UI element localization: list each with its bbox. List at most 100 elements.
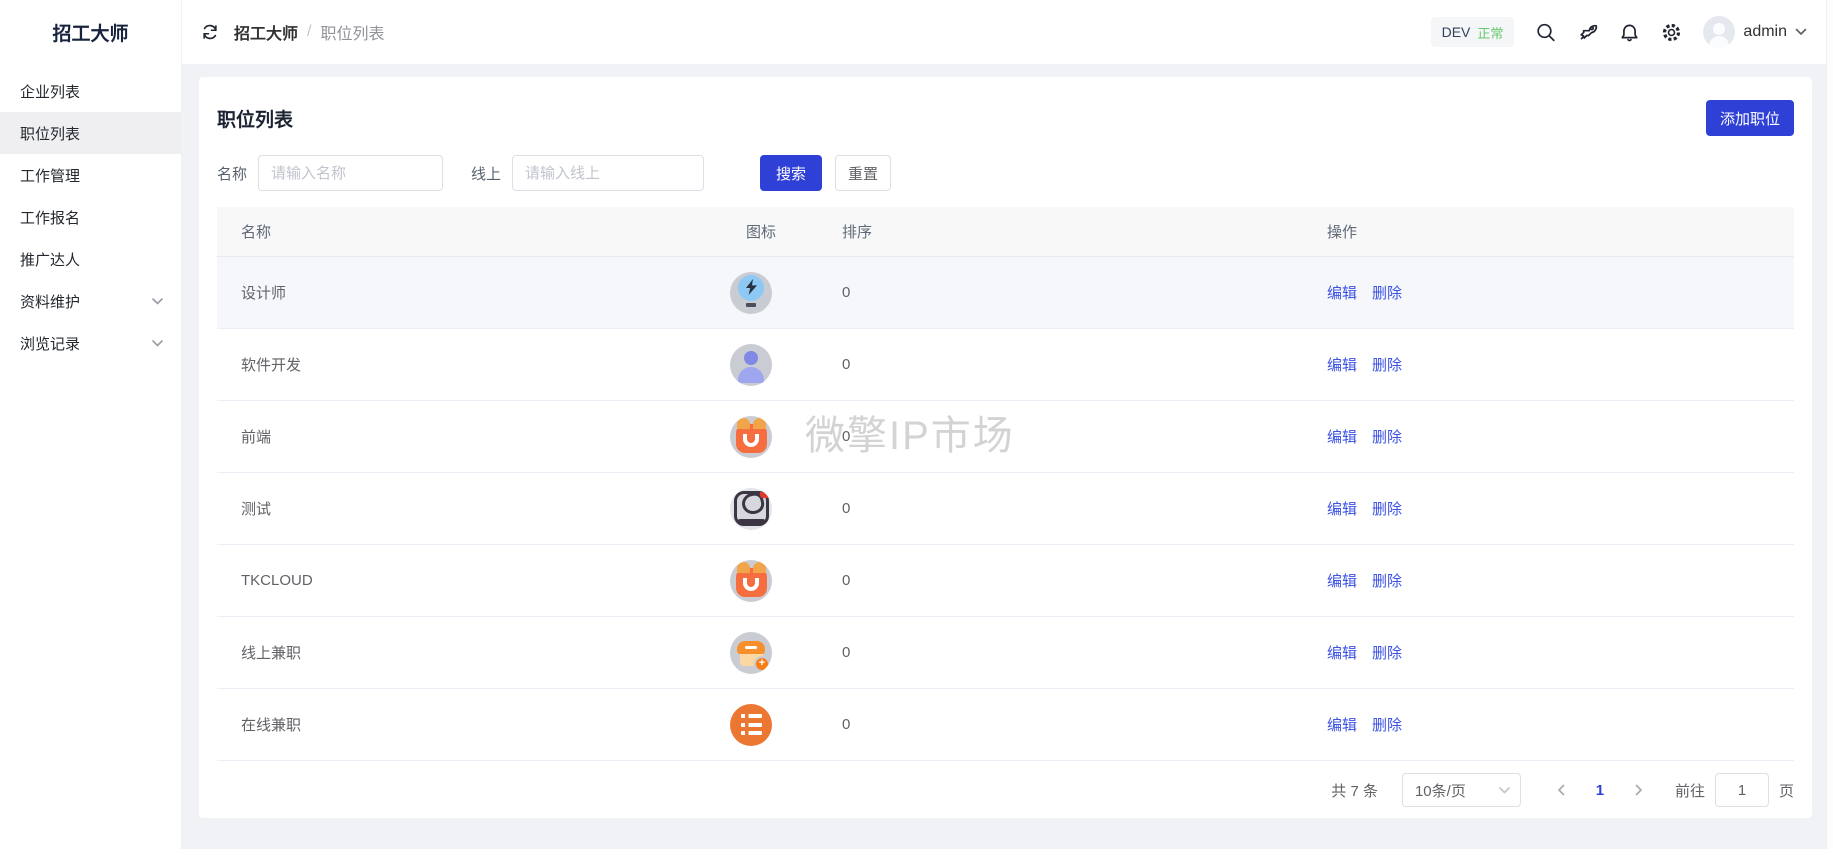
delete-link[interactable]: 删除 bbox=[1372, 354, 1402, 375]
chevron-down-icon bbox=[1499, 787, 1510, 794]
row-name: 设计师 bbox=[217, 282, 722, 303]
table-row: 在线兼职0编辑删除 bbox=[217, 689, 1794, 761]
sidebar-item-company-list[interactable]: 企业列表 bbox=[0, 70, 181, 112]
env-label: DEV bbox=[1442, 24, 1471, 40]
page-size-select[interactable]: 10条/页 bbox=[1402, 773, 1521, 807]
bell-icon[interactable] bbox=[1619, 22, 1640, 43]
sidebar-item-position-list[interactable]: 职位列表 bbox=[0, 112, 181, 154]
sidebar: 招工大师 企业列表职位列表工作管理工作报名推广达人资料维护浏览记录 bbox=[0, 0, 182, 849]
edit-link[interactable]: 编辑 bbox=[1327, 714, 1357, 735]
env-status-badge[interactable]: DEV 正常 bbox=[1431, 17, 1515, 47]
table-row: 设计师 0编辑删除 bbox=[217, 257, 1794, 329]
row-sort: 0 bbox=[837, 356, 1327, 373]
goto-label: 前往 bbox=[1675, 780, 1705, 801]
prev-page-button[interactable] bbox=[1549, 775, 1573, 805]
sidebar-item-label: 工作管理 bbox=[20, 165, 80, 186]
sidebar-nav: 企业列表职位列表工作管理工作报名推广达人资料维护浏览记录 bbox=[0, 64, 181, 364]
next-page-button[interactable] bbox=[1627, 775, 1651, 805]
rocket-icon[interactable] bbox=[1577, 22, 1598, 43]
goto-page-input[interactable] bbox=[1715, 773, 1769, 807]
chevron-down-icon bbox=[152, 298, 163, 305]
edit-link[interactable]: 编辑 bbox=[1327, 642, 1357, 663]
user-menu[interactable]: admin bbox=[1703, 16, 1807, 48]
delete-link[interactable]: 删除 bbox=[1372, 642, 1402, 663]
column-header-actions: 操作 bbox=[1327, 221, 1794, 242]
delete-link[interactable]: 删除 bbox=[1372, 426, 1402, 447]
topbar: 招工大师 / 职位列表 DEV 正常 bbox=[182, 0, 1833, 64]
table-body: 设计师0编辑删除软件开发0编辑删除前端0编辑删除测试0编辑删除TKCLOUD0编… bbox=[217, 257, 1794, 761]
row-sort: 0 bbox=[837, 284, 1327, 301]
filter-bar: 名称 线上 搜索 重置 bbox=[217, 155, 1794, 191]
row-name: 前端 bbox=[217, 426, 722, 447]
orange-bag-icon bbox=[722, 560, 837, 602]
content-area: 职位列表 添加职位 名称 线上 搜索 重置 bbox=[182, 64, 1833, 849]
page-size-value: 10条/页 bbox=[1415, 780, 1466, 801]
shop-plus-icon: + bbox=[722, 632, 837, 674]
filter-name-label: 名称 bbox=[217, 163, 247, 184]
add-position-button[interactable]: 添加职位 bbox=[1706, 100, 1794, 136]
sidebar-item-label: 资料维护 bbox=[20, 291, 80, 312]
goto-page-suffix: 页 bbox=[1779, 780, 1794, 801]
sidebar-item-job-manage[interactable]: 工作管理 bbox=[0, 154, 181, 196]
row-sort: 0 bbox=[837, 644, 1327, 661]
sidebar-item-promoter[interactable]: 推广达人 bbox=[0, 238, 181, 280]
row-name: TKCLOUD bbox=[217, 572, 722, 589]
row-name: 测试 bbox=[217, 498, 722, 519]
refresh-icon[interactable] bbox=[200, 22, 220, 42]
sidebar-item-data-maintain[interactable]: 资料维护 bbox=[0, 280, 181, 322]
row-name: 软件开发 bbox=[217, 354, 722, 375]
filter-name-input[interactable] bbox=[258, 155, 443, 191]
breadcrumb-current: 职位列表 bbox=[320, 20, 384, 44]
outline-bag-icon bbox=[722, 488, 837, 530]
delete-link[interactable]: 删除 bbox=[1372, 570, 1402, 591]
table-header: 名称 图标 排序 操作 bbox=[217, 207, 1794, 257]
column-header-name: 名称 bbox=[217, 221, 722, 242]
scrollbar-track[interactable] bbox=[1826, 0, 1833, 855]
table-row: 软件开发 0编辑删除 bbox=[217, 329, 1794, 401]
gear-icon[interactable] bbox=[1661, 22, 1682, 43]
row-sort: 0 bbox=[837, 572, 1327, 589]
table-row: TKCLOUD 0编辑删除 bbox=[217, 545, 1794, 617]
sidebar-item-job-signup[interactable]: 工作报名 bbox=[0, 196, 181, 238]
row-name: 线上兼职 bbox=[217, 642, 722, 663]
row-sort: 0 bbox=[837, 428, 1327, 445]
env-status-label: 正常 bbox=[1477, 23, 1503, 42]
page-title: 职位列表 bbox=[217, 105, 293, 132]
chevron-down-icon bbox=[1795, 28, 1807, 36]
row-sort: 0 bbox=[837, 716, 1327, 733]
sidebar-item-label: 企业列表 bbox=[20, 81, 80, 102]
delete-link[interactable]: 删除 bbox=[1372, 498, 1402, 519]
edit-link[interactable]: 编辑 bbox=[1327, 282, 1357, 303]
column-header-icon: 图标 bbox=[722, 221, 837, 242]
filter-online-label: 线上 bbox=[471, 163, 501, 184]
reset-button[interactable]: 重置 bbox=[835, 155, 891, 191]
breadcrumb-root[interactable]: 招工大师 bbox=[234, 20, 298, 44]
orange-bag-icon bbox=[722, 416, 837, 458]
user-name: admin bbox=[1743, 23, 1787, 41]
table-row: 线上兼职+0编辑删除 bbox=[217, 617, 1794, 689]
delete-link[interactable]: 删除 bbox=[1372, 714, 1402, 735]
breadcrumb-separator: / bbox=[307, 23, 311, 41]
sidebar-item-label: 推广达人 bbox=[20, 249, 80, 270]
breadcrumb: 招工大师 / 职位列表 bbox=[234, 20, 384, 44]
sidebar-item-label: 工作报名 bbox=[20, 207, 80, 228]
edit-link[interactable]: 编辑 bbox=[1327, 426, 1357, 447]
table-row: 前端 0编辑删除 bbox=[217, 401, 1794, 473]
pagination-total: 共 7 条 bbox=[1331, 780, 1378, 801]
page-number[interactable]: 1 bbox=[1587, 782, 1613, 799]
avatar bbox=[1703, 16, 1735, 48]
edit-link[interactable]: 编辑 bbox=[1327, 570, 1357, 591]
sidebar-item-label: 浏览记录 bbox=[20, 333, 80, 354]
sidebar-item-label: 职位列表 bbox=[20, 123, 80, 144]
table-row: 测试0编辑删除 bbox=[217, 473, 1794, 545]
delete-link[interactable]: 删除 bbox=[1372, 282, 1402, 303]
list-menu-icon bbox=[722, 704, 837, 746]
filter-online-input[interactable] bbox=[512, 155, 704, 191]
search-button[interactable]: 搜索 bbox=[760, 155, 822, 191]
edit-link[interactable]: 编辑 bbox=[1327, 354, 1357, 375]
search-icon[interactable] bbox=[1535, 22, 1556, 43]
bottom-strip bbox=[0, 849, 1833, 855]
sidebar-item-browse-log[interactable]: 浏览记录 bbox=[0, 322, 181, 364]
edit-link[interactable]: 编辑 bbox=[1327, 498, 1357, 519]
app-logo: 招工大师 bbox=[0, 0, 181, 64]
